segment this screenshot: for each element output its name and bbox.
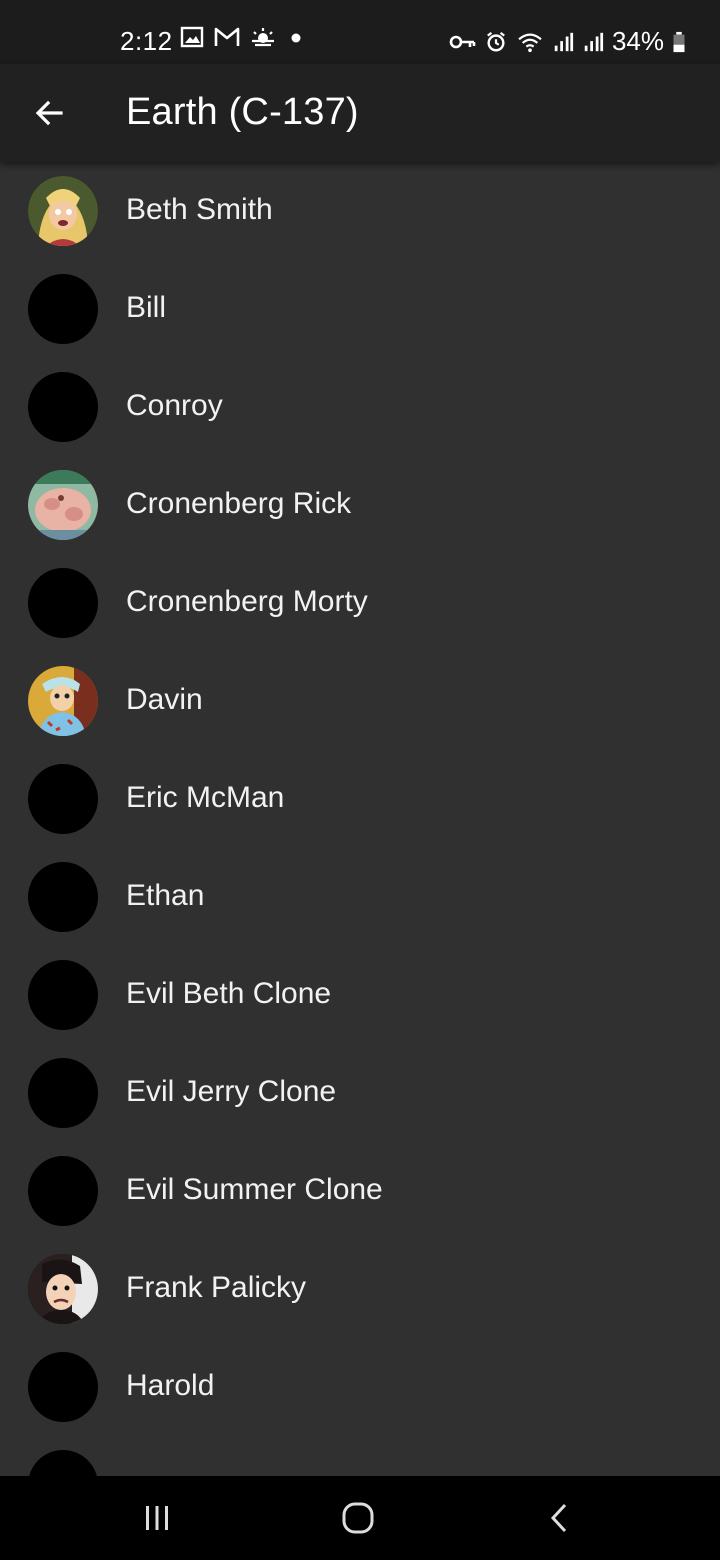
avatar [28,470,98,540]
wifi-icon [518,33,542,52]
avatar-photo [28,470,98,540]
alarm-icon [487,31,505,51]
avatar [28,862,98,932]
image-icon [180,26,204,48]
status-bar: 2:12 34% [0,0,720,64]
character-name: Conroy [126,389,223,422]
weather-icon [252,28,274,47]
list-item[interactable] [0,1436,720,1476]
system-nav-bar [0,1476,720,1560]
avatar [28,1058,98,1128]
nav-back-button[interactable] [530,1494,590,1542]
character-name: Beth Smith [126,193,273,226]
signal-icon [584,32,604,51]
avatar-photo [28,176,98,246]
avatar [28,274,98,344]
list-item[interactable]: Eric McMan [0,750,720,848]
list-item[interactable]: Evil Summer Clone [0,1142,720,1240]
character-name: Eric McMan [126,781,285,814]
signal-icon [554,32,574,51]
battery-percent: 34% [611,26,664,56]
home-button[interactable] [328,1494,388,1542]
avatar [28,764,98,834]
list-item[interactable]: Cronenberg Rick [0,456,720,554]
character-list[interactable]: Beth Smith Bill Conroy Cronenberg Rick C… [0,162,720,1476]
character-name: Evil Beth Clone [126,977,332,1010]
character-name: Cronenberg Rick [126,487,352,520]
avatar [28,1254,98,1324]
list-item[interactable]: Ethan [0,848,720,946]
character-name: Evil Jerry Clone [126,1075,337,1108]
list-item[interactable]: Davin [0,652,720,750]
avatar [28,176,98,246]
back-button[interactable] [24,88,74,138]
home-icon [342,1502,374,1534]
character-name: Harold [126,1369,215,1402]
avatar [28,568,98,638]
list-item[interactable]: Frank Palicky [0,1240,720,1338]
recent-apps-icon [146,1506,168,1530]
avatar [28,1450,98,1476]
list-item[interactable]: Conroy [0,358,720,456]
avatar-photo [28,1254,98,1324]
back-icon [550,1503,567,1533]
arrow-back-icon [35,100,63,126]
list-item[interactable]: Evil Beth Clone [0,946,720,1044]
character-name: Frank Palicky [126,1271,307,1304]
list-item[interactable]: Beth Smith [0,162,720,260]
list-item[interactable]: Evil Jerry Clone [0,1044,720,1142]
gmail-icon [214,27,240,46]
list-item[interactable]: Harold [0,1338,720,1436]
page-title: Earth (C-137) [126,91,359,133]
vpn-key-icon [449,35,476,48]
avatar [28,372,98,442]
character-name: Evil Summer Clone [126,1173,383,1206]
status-time: 2:12 [120,26,173,56]
avatar [28,960,98,1030]
list-item[interactable]: Cronenberg Morty [0,554,720,652]
status-notification-icons [180,26,306,48]
character-name: Bill [126,291,167,324]
character-name: Cronenberg Morty [126,585,368,618]
character-name: Davin [126,683,203,716]
avatar-photo [28,666,98,736]
battery-icon [673,31,685,52]
dot-icon [291,33,301,43]
avatar [28,1156,98,1226]
app-bar: Earth (C-137) [0,64,720,162]
recent-apps-button[interactable] [127,1494,187,1542]
avatar [28,1352,98,1422]
avatar [28,666,98,736]
list-item[interactable]: Bill [0,260,720,358]
character-name: Ethan [126,879,205,912]
status-system-icons: 34% [448,26,686,57]
